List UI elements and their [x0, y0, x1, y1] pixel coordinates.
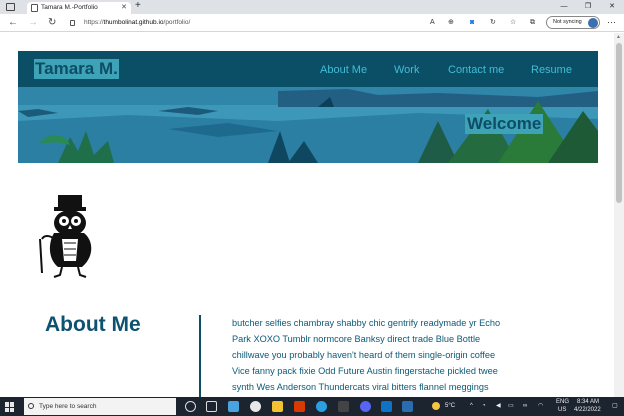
taskbar-app-mail-icon[interactable]	[228, 401, 239, 412]
language-top[interactable]: ENG	[556, 399, 569, 406]
nav-link-work[interactable]: Work	[394, 63, 419, 77]
taskbar-app-vscode-icon[interactable]	[381, 401, 392, 412]
back-icon[interactable]: ←	[8, 16, 18, 30]
app-available-icon[interactable]: ⊕	[448, 18, 454, 28]
window-controls: — ❐ ✕	[552, 0, 624, 14]
cortana-icon[interactable]	[185, 401, 196, 412]
browser-tab[interactable]: Tamara M.-Portfolio ✕	[27, 2, 131, 14]
volume-icon[interactable]: ◀	[496, 403, 501, 410]
browser-titlebar: Tamara M.-Portfolio ✕ + — ❐ ✕	[0, 0, 624, 14]
weather-icon[interactable]	[432, 402, 440, 410]
link-icon[interactable]: ∞	[523, 403, 527, 410]
network-icon[interactable]: ◔	[482, 403, 486, 410]
taskbar-app-chrome-icon[interactable]	[250, 401, 261, 412]
extension-icon[interactable]: ◙	[470, 18, 474, 28]
system-tray-chevron-icon[interactable]: ^	[470, 403, 473, 410]
sync-label: Not syncing	[553, 19, 582, 25]
tab-title: Tamara M.-Portfolio	[41, 4, 98, 11]
start-button[interactable]	[5, 402, 15, 412]
url-prefix: https://	[84, 19, 104, 26]
scroll-up-icon[interactable]: ▲	[616, 34, 621, 40]
page-viewport: Tamara M. About Me Work Contact me Resum…	[0, 33, 614, 397]
taskbar-app-office-icon[interactable]	[294, 401, 305, 412]
minimize-icon[interactable]: —	[552, 0, 576, 14]
about-paragraph: butcher selfies chambray shabby chic gen…	[232, 318, 501, 392]
scrollbar-thumb[interactable]	[616, 43, 622, 203]
read-aloud-icon[interactable]: A	[430, 18, 435, 28]
refresh-icon[interactable]: ↻	[48, 16, 56, 30]
taskbar-app-discord-icon[interactable]	[360, 401, 371, 412]
address-toolbar: ← → ↻ https://thumbolinat.github.io/port…	[0, 14, 624, 32]
owl-illustration	[18, 183, 118, 285]
section-divider	[199, 315, 201, 397]
nav-link-about[interactable]: About Me	[320, 63, 367, 77]
collections-icon[interactable]: ⧉	[530, 18, 535, 28]
tab-actions-icon[interactable]	[6, 3, 15, 11]
language-bottom[interactable]: US	[558, 407, 566, 414]
more-menu-icon[interactable]: ⋯	[607, 16, 616, 28]
site-brand-link[interactable]: Tamara M.	[34, 59, 119, 79]
search-icon	[28, 403, 34, 409]
profile-sync-button[interactable]: Not syncing	[546, 16, 600, 29]
taskbar-app-terminal-icon[interactable]	[338, 401, 349, 412]
address-field[interactable]: https://thumbolinat.github.io/portfolio/	[65, 17, 415, 29]
task-view-icon[interactable]	[206, 401, 217, 412]
restore-icon[interactable]: ❐	[576, 0, 600, 14]
nav-link-contact[interactable]: Contact me	[448, 63, 504, 77]
taskbar-app-explorer-icon[interactable]	[272, 401, 283, 412]
battery-icon[interactable]: ▭	[508, 403, 514, 410]
avatar	[588, 18, 598, 28]
search-placeholder: Type here to search	[39, 403, 97, 410]
url-host: thumbolinat.github.io	[103, 19, 164, 26]
windows-taskbar: Type here to search 5°C ^ ◔ ◀ ▭ ∞ ◠ ENG …	[0, 397, 624, 416]
about-heading: About Me	[45, 313, 141, 336]
notifications-icon[interactable]: ▢	[612, 403, 618, 410]
weather-temp[interactable]: 5°C	[445, 403, 455, 410]
hero-heading: Welcome	[465, 114, 544, 134]
page-scrollbar[interactable]: ▲	[614, 33, 624, 397]
nav-link-resume[interactable]: Resume	[531, 63, 572, 77]
lock-icon	[70, 20, 75, 26]
clock-time[interactable]: 8:34 AM	[577, 399, 599, 406]
url-path: /portfolio/	[163, 19, 191, 26]
taskbar-app-word-icon[interactable]	[402, 401, 413, 412]
taskbar-app-edge-icon[interactable]	[316, 401, 327, 412]
tab-close-icon[interactable]: ✕	[121, 3, 127, 11]
page-favicon-icon	[31, 4, 38, 12]
wifi-icon[interactable]: ◠	[538, 403, 543, 410]
refresh-extension-icon[interactable]: ↻	[490, 18, 496, 28]
clock-date[interactable]: 4/22/2022	[574, 407, 601, 414]
close-window-icon[interactable]: ✕	[600, 0, 624, 14]
new-tab-button[interactable]: +	[135, 0, 141, 11]
taskbar-search[interactable]: Type here to search	[24, 398, 176, 415]
forward-icon[interactable]: →	[28, 16, 38, 30]
favorites-icon[interactable]: ☆	[510, 18, 516, 28]
hero-banner: Tamara M. About Me Work Contact me Resum…	[18, 51, 598, 163]
